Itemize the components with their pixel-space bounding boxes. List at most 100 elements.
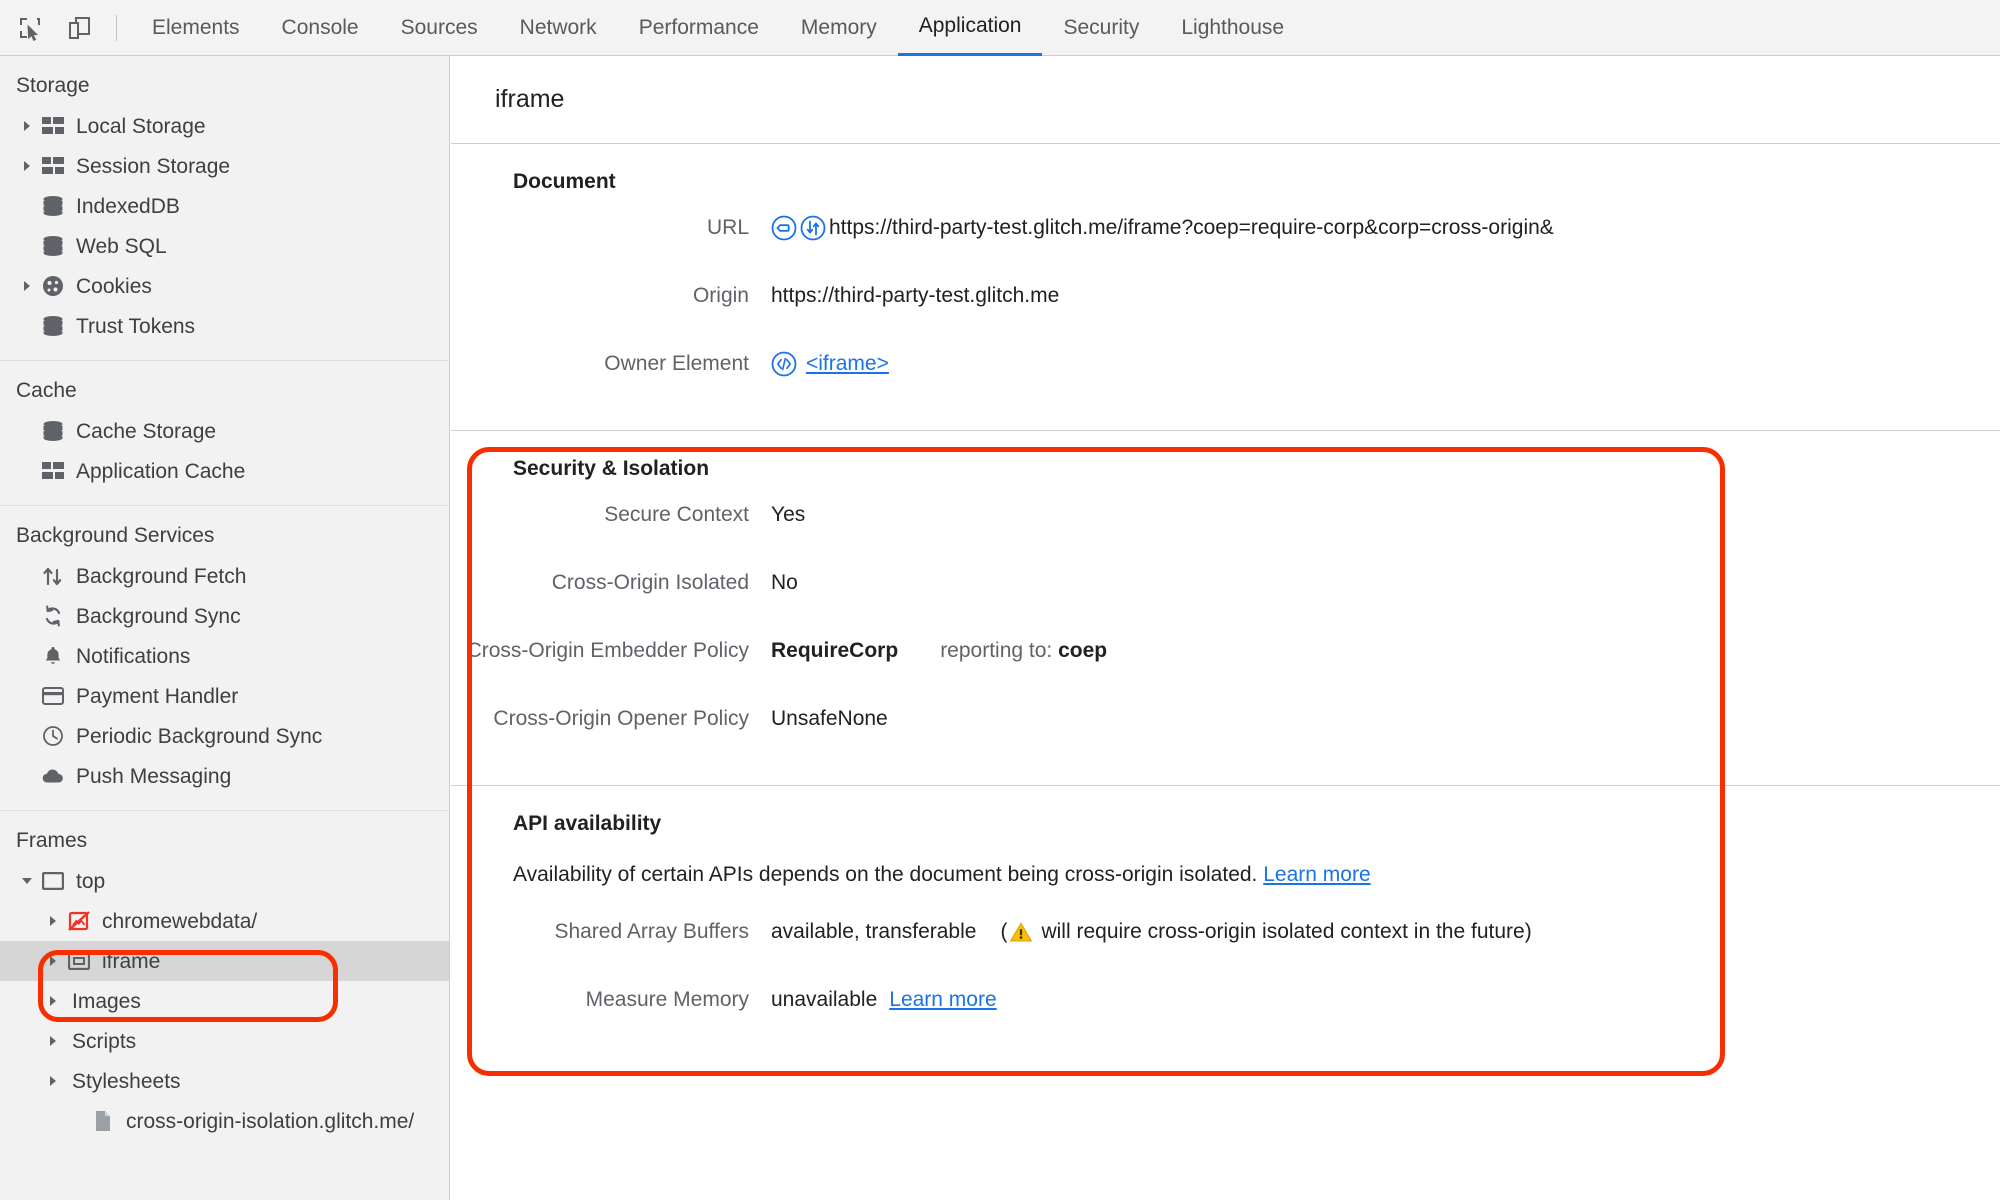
- twisty-collapsed-icon[interactable]: [42, 995, 64, 1007]
- sidebar-section-title: Cache: [16, 379, 77, 402]
- sidebar-item-trust-tokens[interactable]: Trust Tokens: [0, 306, 449, 346]
- sidebar-item-label: chromewebdata/: [102, 909, 258, 933]
- inspect-element-icon[interactable]: [10, 8, 50, 48]
- document-owner-element-row: Owner Element <iframe>: [451, 340, 2000, 408]
- row-value-origin: https://third-party-test.glitch.me: [771, 284, 1060, 307]
- tab-label: Application: [918, 14, 1022, 37]
- twisty-expanded-icon[interactable]: [16, 875, 38, 887]
- frame-icon: [38, 872, 68, 890]
- twisty-collapsed-icon[interactable]: [42, 915, 64, 927]
- twisty-collapsed-icon[interactable]: [42, 1035, 64, 1047]
- tab-performance[interactable]: Performance: [618, 0, 780, 56]
- document-section-heading: Document: [513, 170, 616, 193]
- coep-reporting-value: coep: [1058, 639, 1108, 662]
- row-label-shared-array-buffers: Shared Array Buffers: [554, 920, 749, 943]
- file-icon: [88, 1110, 118, 1132]
- row-value-owner-element: <iframe>: [771, 350, 889, 378]
- tab-application[interactable]: Application: [897, 0, 1043, 56]
- tab-network[interactable]: Network: [499, 0, 618, 56]
- tab-sources[interactable]: Sources: [380, 0, 499, 56]
- row-value-url: https://third-party-test.glitch.me/ifram…: [771, 214, 1554, 242]
- toolbar-divider: [116, 14, 117, 41]
- twisty-collapsed-icon[interactable]: [16, 280, 38, 292]
- twisty-collapsed-icon[interactable]: [42, 955, 64, 967]
- sidebar-item-label: iframe: [102, 949, 161, 973]
- coep-reporting-label: reporting to:: [940, 639, 1053, 662]
- tag-circle-icon[interactable]: [771, 215, 797, 241]
- sidebar-item-push-messaging[interactable]: Push Messaging: [0, 756, 449, 796]
- sidebar-item-scripts[interactable]: Scripts: [0, 1021, 449, 1061]
- sidebar-item-local-storage[interactable]: Local Storage: [0, 106, 449, 146]
- twisty-collapsed-icon[interactable]: [42, 1075, 64, 1087]
- row-label-coop: Cross-Origin Opener Policy: [493, 707, 749, 730]
- tab-elements[interactable]: Elements: [131, 0, 261, 56]
- sidebar-item-cookies[interactable]: Cookies: [0, 266, 449, 306]
- sidebar-item-web-sql[interactable]: Web SQL: [0, 226, 449, 266]
- api-availability-description: Availability of certain APIs depends on …: [451, 846, 2000, 896]
- document-url-row: URL https://third-party-test.glitch.me/i…: [451, 204, 2000, 272]
- iframe-icon: [64, 952, 94, 970]
- owner-element-link[interactable]: <iframe>: [806, 350, 889, 378]
- sidebar-section-title: Frames: [16, 829, 88, 852]
- tab-memory[interactable]: Memory: [780, 0, 898, 56]
- tab-lighthouse[interactable]: Lighthouse: [1160, 0, 1305, 56]
- tab-console[interactable]: Console: [261, 0, 380, 56]
- sidebar-item-top[interactable]: top: [0, 861, 449, 901]
- sidebar-item-cross-origin-isolation-resource[interactable]: cross-origin-isolation.glitch.me/: [0, 1101, 449, 1141]
- row-value-secure-context: Yes: [771, 503, 806, 526]
- url-text: https://third-party-test.glitch.me/ifram…: [829, 216, 1554, 239]
- document-origin-row: Origin https://third-party-test.glitch.m…: [451, 272, 2000, 340]
- cloud-icon: [38, 768, 68, 784]
- sidebar-item-label: Cookies: [76, 274, 152, 298]
- coep-row: Cross-Origin Embedder Policy RequireCorp…: [451, 627, 2000, 695]
- row-label-secure-context: Secure Context: [604, 503, 749, 526]
- devtools-tab-strip: Elements Console Sources Network Perform…: [131, 0, 1305, 56]
- sidebar-item-background-sync[interactable]: Background Sync: [0, 596, 449, 636]
- table-icon: [38, 117, 68, 135]
- twisty-collapsed-icon[interactable]: [16, 160, 38, 172]
- security-isolation-section: Security & Isolation Secure Context Yes …: [451, 431, 2000, 786]
- sidebar-item-notifications[interactable]: Notifications: [0, 636, 449, 676]
- measure-memory-learn-more-link[interactable]: Learn more: [889, 986, 996, 1014]
- sidebar-item-stylesheets[interactable]: Stylesheets: [0, 1061, 449, 1101]
- document-section: Document URL https://third-party-test.gl…: [451, 144, 2000, 431]
- api-description-learn-more-link[interactable]: Learn more: [1263, 863, 1370, 886]
- row-label-url: URL: [706, 216, 749, 239]
- api-availability-heading: API availability: [513, 812, 662, 835]
- page-title: iframe: [495, 85, 565, 113]
- sidebar-item-iframe[interactable]: iframe: [0, 941, 449, 981]
- sidebar-item-background-fetch[interactable]: Background Fetch: [0, 556, 449, 596]
- sidebar-section-storage: Storage Local Storage Session Storage In…: [0, 56, 449, 361]
- bell-icon: [38, 645, 68, 667]
- row-value-shared-array-buffers: available, transferable ( will require c…: [771, 918, 1532, 946]
- sidebar-item-images[interactable]: Images: [0, 981, 449, 1021]
- tab-label: Console: [281, 15, 359, 39]
- panel-header: iframe: [451, 56, 2000, 144]
- sidebar-section-frames: Frames top chromewebdata/ iframe Images: [0, 811, 449, 1155]
- sidebar-item-cache-storage[interactable]: Cache Storage: [0, 411, 449, 451]
- tab-label: Sources: [400, 15, 478, 39]
- network-circle-icon[interactable]: [800, 215, 826, 241]
- sidebar-item-label: IndexedDB: [76, 194, 180, 218]
- sidebar-item-label: top: [76, 869, 106, 893]
- twisty-collapsed-icon[interactable]: [16, 120, 38, 132]
- sidebar-item-session-storage[interactable]: Session Storage: [0, 146, 449, 186]
- sidebar-item-periodic-background-sync[interactable]: Periodic Background Sync: [0, 716, 449, 756]
- sidebar-item-label: Local Storage: [76, 114, 206, 138]
- application-sidebar: Storage Local Storage Session Storage In…: [0, 56, 450, 1200]
- table-icon: [38, 157, 68, 175]
- tab-security[interactable]: Security: [1042, 0, 1160, 56]
- sidebar-item-application-cache[interactable]: Application Cache: [0, 451, 449, 491]
- tab-label: Memory: [800, 15, 877, 39]
- tab-label: Security: [1063, 15, 1140, 39]
- sab-value-text: available, transferable: [771, 920, 977, 943]
- credit-card-icon: [38, 687, 68, 705]
- sidebar-item-indexeddb[interactable]: IndexedDB: [0, 186, 449, 226]
- sidebar-item-chromewebdata[interactable]: chromewebdata/: [0, 901, 449, 941]
- sidebar-item-label: Images: [72, 989, 141, 1013]
- row-value-coop: UnsafeNone: [771, 707, 888, 730]
- device-toolbar-icon[interactable]: [60, 8, 100, 48]
- code-circle-icon: [771, 351, 797, 377]
- sidebar-item-payment-handler[interactable]: Payment Handler: [0, 676, 449, 716]
- row-label-origin: Origin: [692, 284, 749, 307]
